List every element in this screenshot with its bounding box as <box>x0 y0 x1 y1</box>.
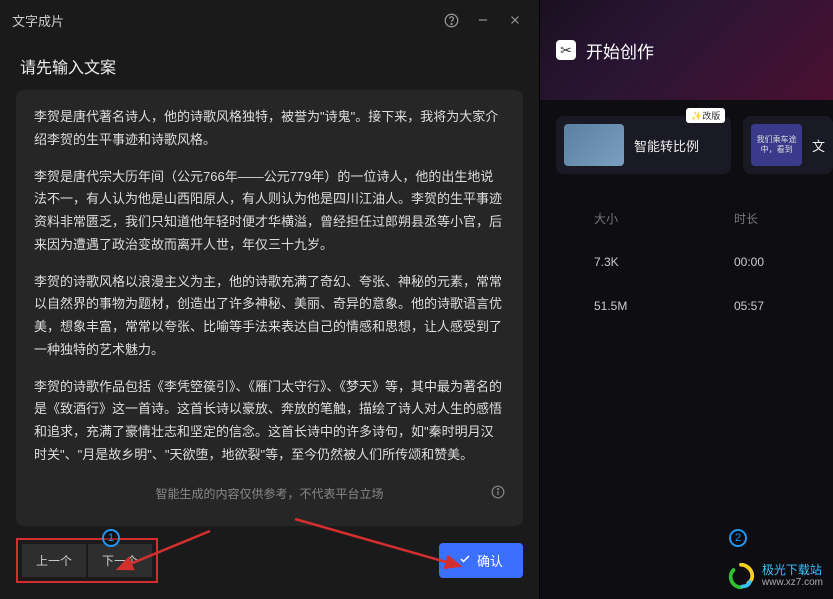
watermark: 极光下载站 www.xz7.com <box>726 561 823 591</box>
minimize-icon[interactable] <box>471 8 495 32</box>
watermark-text-en: www.xz7.com <box>762 577 823 588</box>
content-body: 李贺是唐代著名诗人，他的诗歌风格独特，被誉为"诗鬼"。接下来，我将为大家介绍李贺… <box>16 90 523 526</box>
card-badge: ✨改版 <box>686 108 725 123</box>
annotation-marker-2: 2 <box>729 529 747 547</box>
col-duration-header: 时长 <box>734 210 809 227</box>
create-icon: ✂ <box>556 40 576 60</box>
paragraph: 李贺的诗歌作品包括《李凭箜篌引》、《雁门太守行》、《梦天》等，其中最为著名的是《… <box>34 376 505 467</box>
cards-row: ✨改版 智能转比例 我们乘车途中，看到 文 <box>540 100 833 190</box>
watermark-text-zh: 极光下载站 <box>762 564 823 577</box>
close-icon[interactable] <box>503 8 527 32</box>
article-text[interactable]: 李贺是唐代著名诗人，他的诗歌风格独特，被誉为"诗鬼"。接下来，我将为大家介绍李贺… <box>34 106 505 473</box>
confirm-button[interactable]: 确认 <box>439 543 523 578</box>
modal-subtitle: 请先输入文案 <box>0 40 539 90</box>
next-button[interactable]: 下一个 <box>88 544 152 577</box>
confirm-label: 确认 <box>477 551 503 570</box>
cell-duration: 05:57 <box>734 299 809 313</box>
table-row[interactable]: 51.5M 05:57 <box>594 299 809 313</box>
col-size-header: 大小 <box>594 210 734 227</box>
modal-title: 文字成片 <box>12 11 431 30</box>
cell-size: 7.3K <box>594 255 734 269</box>
right-panel: ✂ 开始创作 ✨改版 智能转比例 我们乘车途中，看到 文 大小 时长 7.3 <box>540 0 833 599</box>
card-thumbnail <box>564 124 624 166</box>
create-title: 开始创作 <box>586 38 654 63</box>
watermark-logo-icon <box>726 561 756 591</box>
cell-duration: 00:00 <box>734 255 809 269</box>
file-table: 大小 时长 7.3K 00:00 51.5M 05:57 <box>540 190 833 313</box>
text-card[interactable]: 我们乘车途中，看到 文 <box>743 116 833 174</box>
paragraph: 李贺是唐代宗大历年间（公元766年——公元779年）的一位诗人，他的出生地说法不… <box>34 166 505 257</box>
check-icon <box>459 553 471 568</box>
modal-footer: 上一个 下一个 确认 <box>0 526 539 599</box>
table-header: 大小 时长 <box>594 210 809 227</box>
paragraph: 李贺是唐代著名诗人，他的诗歌风格独特，被誉为"诗鬼"。接下来，我将为大家介绍李贺… <box>34 106 505 152</box>
smart-ratio-card[interactable]: ✨改版 智能转比例 <box>556 116 731 174</box>
cell-size: 51.5M <box>594 299 734 313</box>
paragraph: 李贺的诗歌风格以浪漫主义为主，他的诗歌充满了奇幻、夸张、神秘的元素，常常以自然界… <box>34 271 505 362</box>
disclaimer-text: 智能生成的内容仅供参考，不代表平台立场 <box>155 487 383 501</box>
modal-titlebar: 文字成片 <box>0 0 539 40</box>
right-header: ✂ 开始创作 <box>540 0 833 100</box>
table-row[interactable]: 7.3K 00:00 <box>594 255 809 269</box>
text-to-video-modal: 文字成片 请先输入文案 李贺是唐代著名诗人，他的诗歌风格独特，被誉为"诗鬼"。接… <box>0 0 540 599</box>
card-label: 文 <box>812 136 825 155</box>
prev-button[interactable]: 上一个 <box>22 544 86 577</box>
card-label: 智能转比例 <box>634 136 723 155</box>
annotation-marker-1: 1 <box>102 529 120 547</box>
disclaimer: 智能生成的内容仅供参考，不代表平台立场 <box>34 485 505 502</box>
card-thumbnail: 我们乘车途中，看到 <box>751 124 802 166</box>
nav-button-group: 上一个 下一个 <box>16 538 158 583</box>
info-icon[interactable] <box>491 485 505 502</box>
help-icon[interactable] <box>439 8 463 32</box>
